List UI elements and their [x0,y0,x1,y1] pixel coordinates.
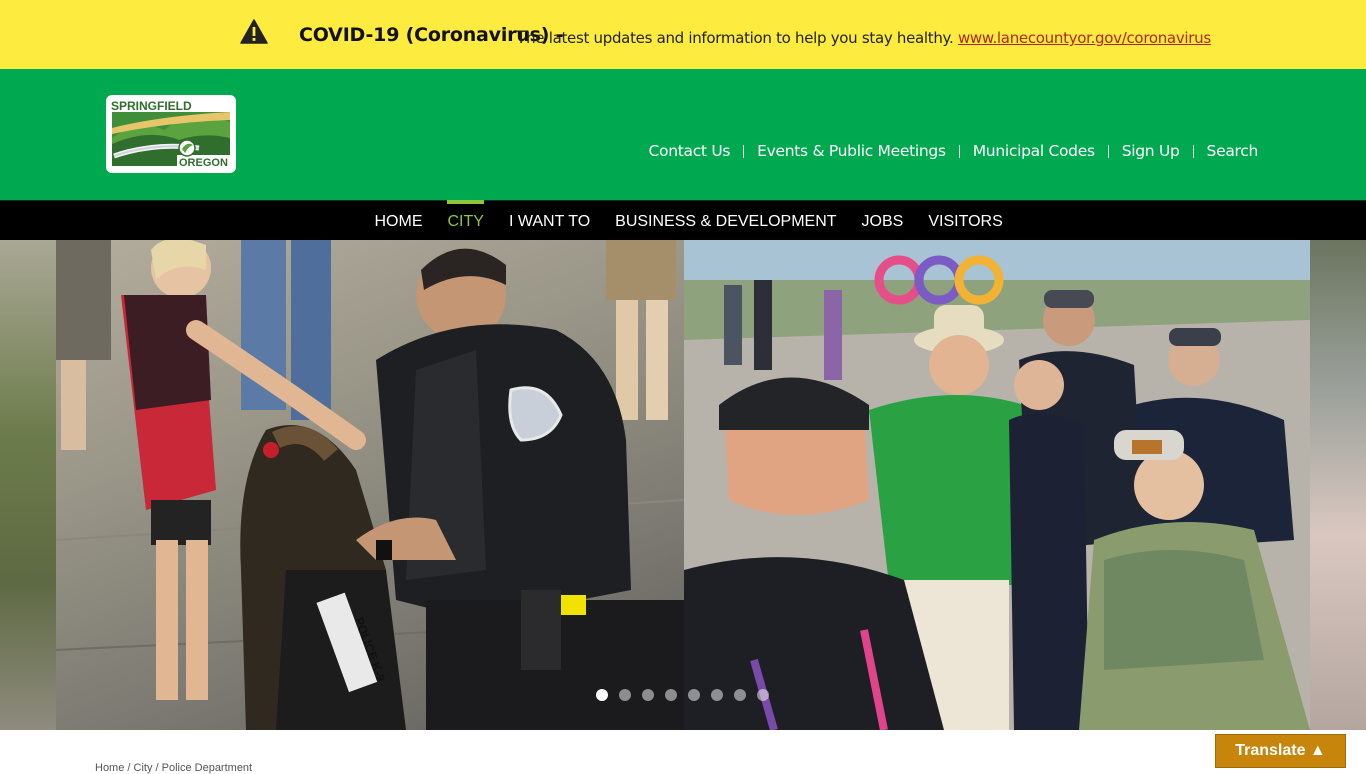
nav-visitors[interactable]: VISITORS [916,201,1015,241]
covid-alert-bar: COVID-19 (Coronavirus) - The latest upda… [0,0,1366,69]
hero-slider[interactable]: POLICE K-9 [0,240,1366,730]
translate-button[interactable]: Translate ▲ [1215,734,1346,768]
slide-dot-6[interactable] [711,689,723,701]
slide-dot-4[interactable] [665,689,677,701]
util-divider [1107,144,1109,158]
municipal-codes-link[interactable]: Municipal Codes [973,142,1095,160]
next-slide-peek [1310,240,1366,730]
slide-dot-2[interactable] [619,689,631,701]
util-divider [1192,144,1194,158]
util-divider [743,144,745,158]
slide-dot-8[interactable] [757,689,769,701]
breadcrumb[interactable]: Home / City / Police Department [95,762,252,774]
slide-dot-7[interactable] [734,689,746,701]
slider-pagination [596,689,769,701]
logo-text-top: SPRINGFIELD [111,99,192,113]
events-public-meetings-link[interactable]: Events & Public Meetings [757,142,946,160]
warning-icon [240,19,268,44]
alert-message-text: he latest updates and information to hel… [526,29,954,47]
sign-up-link[interactable]: Sign Up [1122,142,1180,160]
slide-dot-5[interactable] [688,689,700,701]
previous-slide-peek [0,240,56,730]
hero-photo-group-selfie [684,240,1310,730]
alert-message-first-letter: T [516,28,527,48]
main-nav-items: HOME CITY I WANT TO BUSINESS & DEVELOPME… [362,200,1015,241]
site-header: SPRINGFIELD OREGON Contact Us Events & P… [0,69,1366,200]
search-link[interactable]: Search [1207,142,1259,160]
util-divider [958,144,960,158]
nav-jobs[interactable]: JOBS [849,201,916,241]
k9-officer-illustration: POLICE K-9 [55,240,686,730]
logo-text-bottom: OREGON [179,157,228,169]
springfield-oregon-logo[interactable]: SPRINGFIELD OREGON [106,95,236,173]
slide-dot-1[interactable] [596,689,608,701]
hero-photo-k9-officer: POLICE K-9 [55,240,686,730]
nav-home[interactable]: HOME [362,201,435,241]
group-selfie-illustration [684,240,1310,730]
slide-dot-3[interactable] [642,689,654,701]
nav-business-development[interactable]: BUSINESS & DEVELOPMENT [603,201,849,241]
logo-graphic: SPRINGFIELD OREGON [109,98,233,170]
coronavirus-link[interactable]: www.lanecountyor.gov/coronavirus [958,29,1211,47]
nav-city[interactable]: CITY [435,200,496,241]
contact-us-link[interactable]: Contact Us [648,142,730,160]
nav-i-want-to[interactable]: I WANT TO [496,201,602,241]
utility-nav: Contact Us Events & Public Meetings Muni… [648,142,1258,160]
alert-message: The latest updates and information to he… [516,28,1211,48]
main-nav: HOME CITY I WANT TO BUSINESS & DEVELOPME… [0,200,1366,240]
content-area: Home / City / Police Department [0,730,1366,774]
